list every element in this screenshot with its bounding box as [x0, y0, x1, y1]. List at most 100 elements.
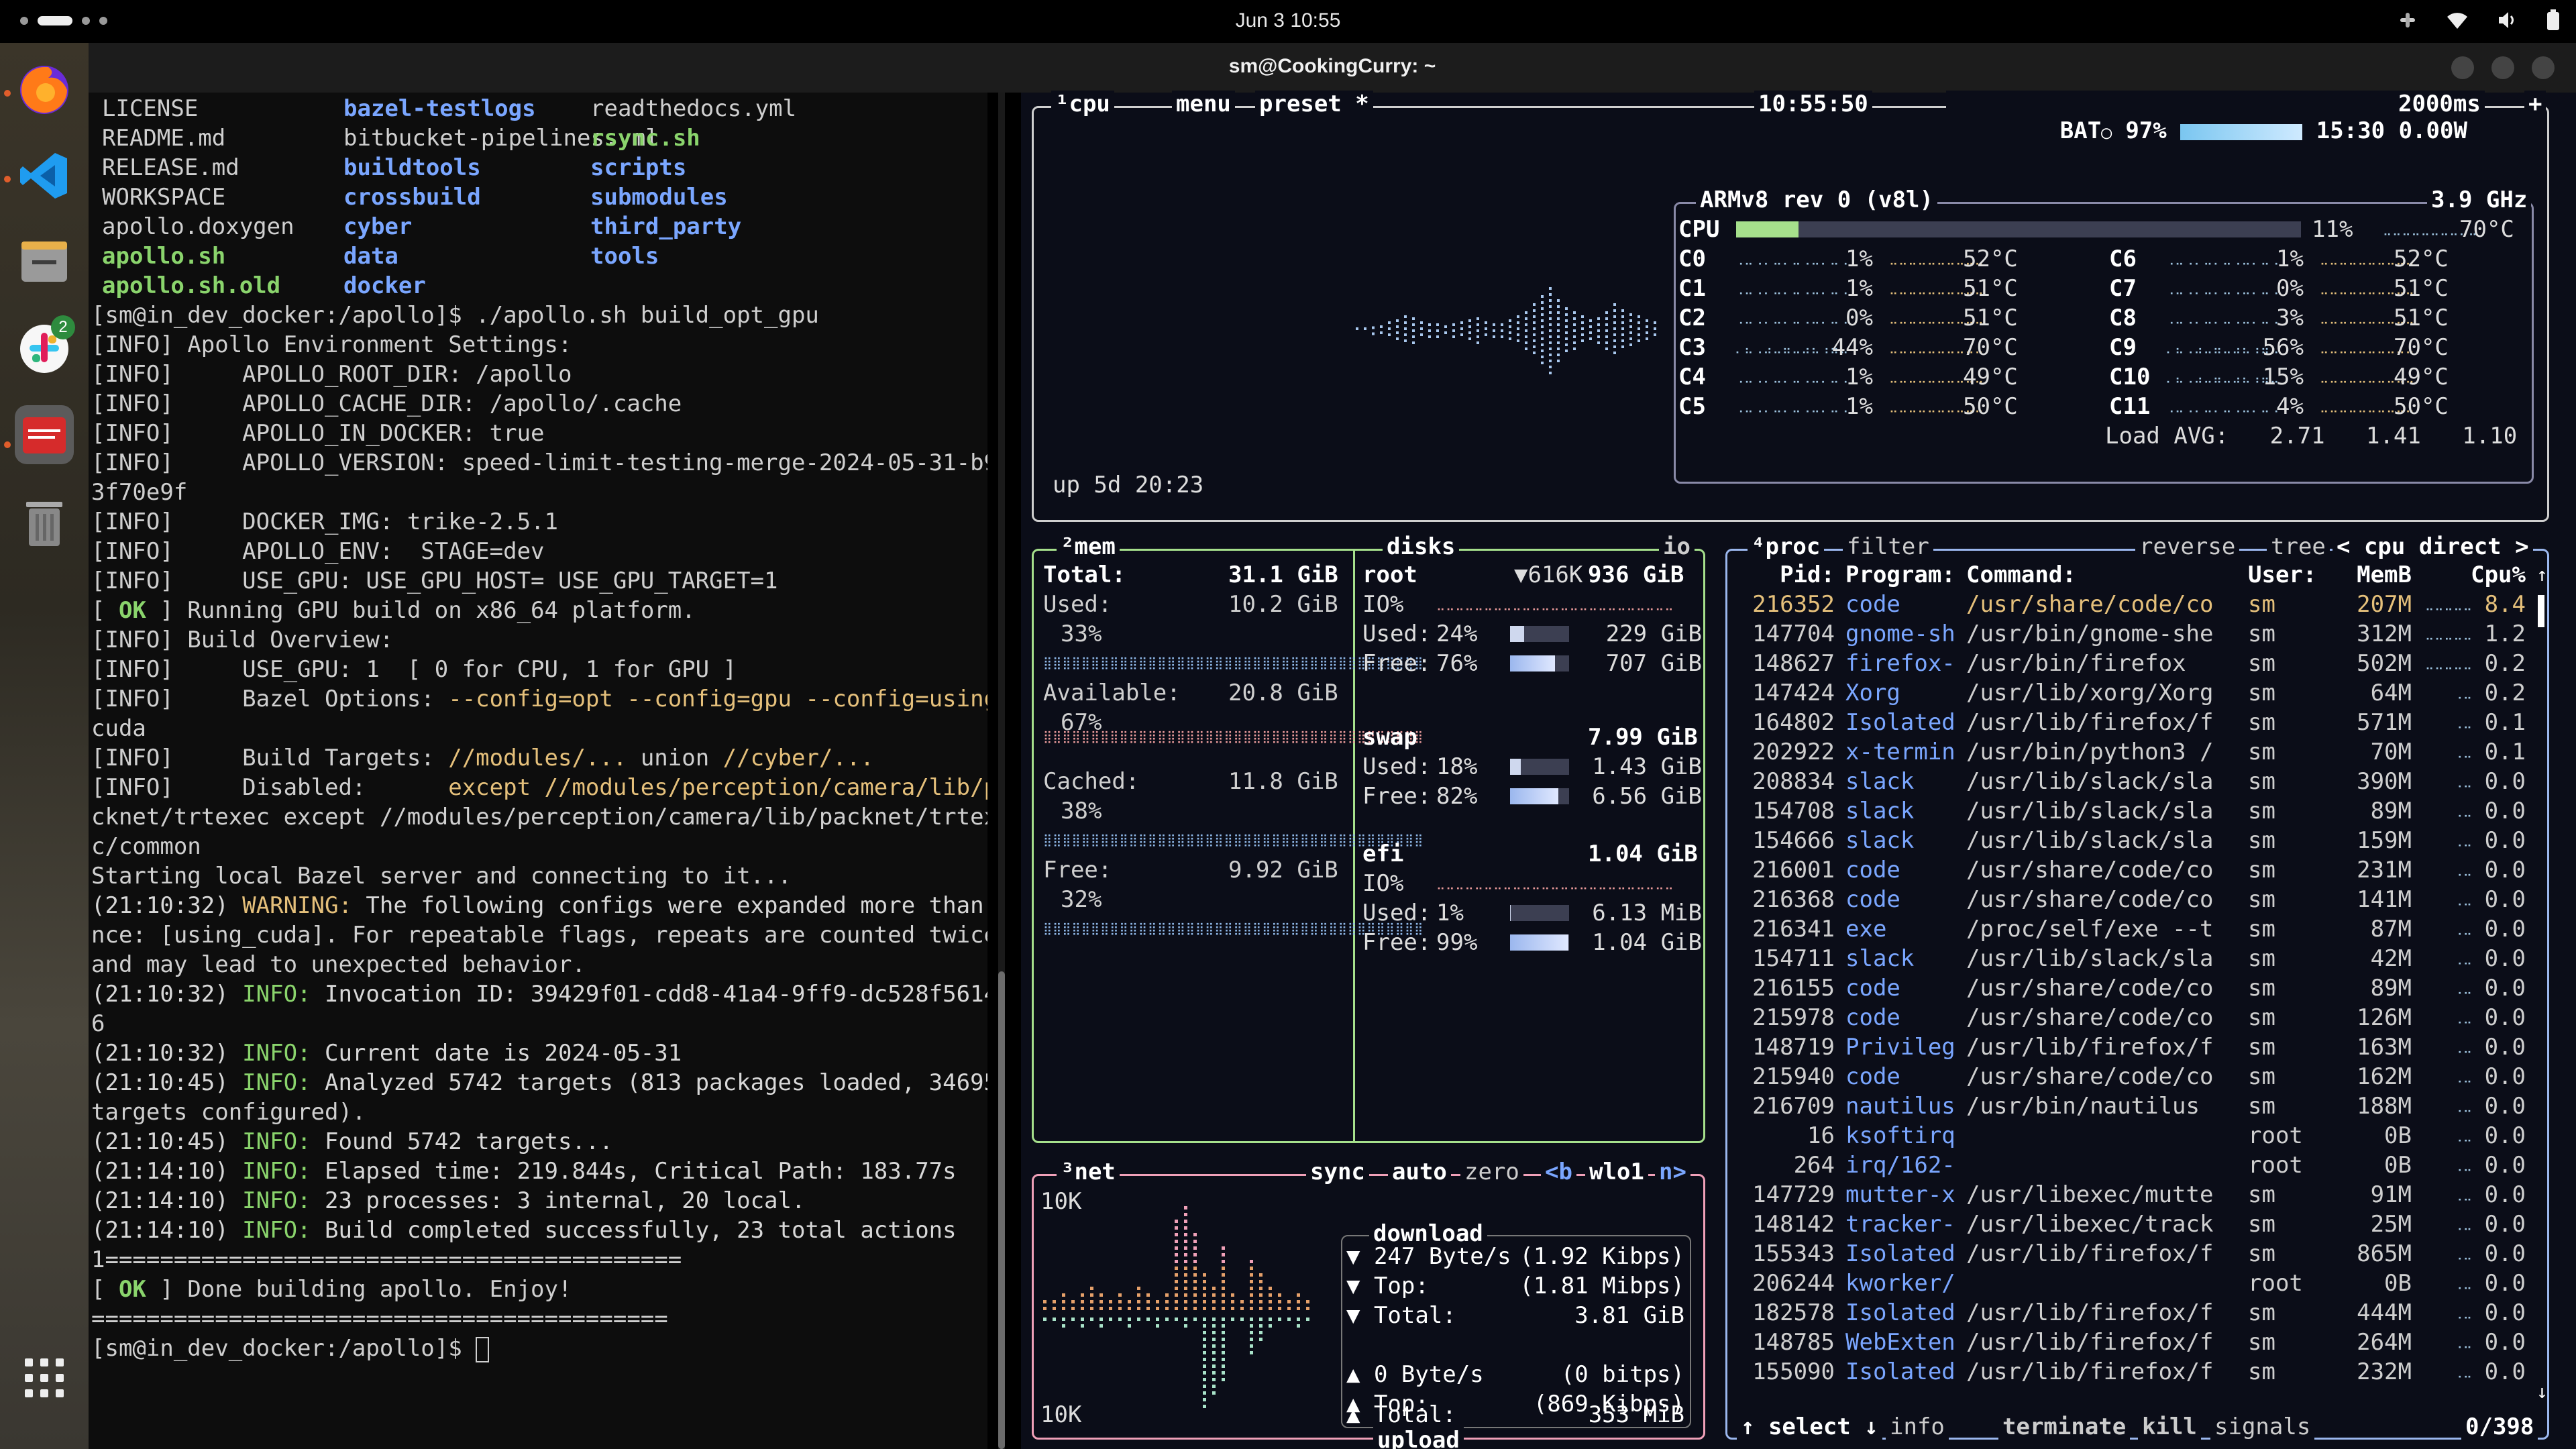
proc-panel-title[interactable]: ⁴proc — [1748, 533, 1825, 560]
btop-monitor[interactable]: ¹cpu menu preset * 10:55:50 BAT◯ 97% 15:… — [1021, 91, 2576, 1449]
net-interface[interactable]: wlo1 — [1585, 1159, 1648, 1185]
proc-terminate-button[interactable]: terminate — [1998, 1413, 2131, 1440]
terminal-window[interactable]: LICENSE bazel-testlogs readthedocs.yml READ… — [89, 91, 2576, 1449]
core-name: C7 — [2109, 275, 2137, 302]
cpu-graph-dot — [1654, 333, 1656, 336]
net-sync-toggle[interactable]: sync — [1306, 1159, 1369, 1185]
proc-mem: 231M — [2357, 857, 2412, 883]
proc-signals-button[interactable]: signals — [2210, 1413, 2315, 1440]
maximize-button[interactable] — [2491, 56, 2514, 79]
proc-column-header[interactable]: MemB — [2318, 560, 2412, 590]
cpu-graph-dot — [1549, 317, 1552, 320]
net-download-dot — [1184, 1267, 1187, 1270]
cpu-graph-dot — [1477, 341, 1479, 344]
proc-column-header[interactable]: User: — [2248, 560, 2316, 590]
proc-select-control[interactable]: ↑ select ↓ — [1737, 1413, 1882, 1440]
cpu-graph-dot — [1597, 323, 1600, 326]
cpu-graph-dot — [1557, 329, 1560, 332]
net-prev-interface[interactable]: <b — [1541, 1159, 1576, 1185]
disks-io-toggle[interactable]: io — [1659, 533, 1695, 560]
net-upload-dot — [1062, 1324, 1065, 1328]
mem-free-label: Free: — [1043, 857, 1112, 883]
upload-total-label: Total: — [1373, 1401, 1456, 1428]
net-download-dot — [1043, 1300, 1046, 1303]
disk-used-value: 6.13 MiB — [1592, 900, 1702, 926]
net-download-dot — [1306, 1307, 1309, 1310]
cpu-graph-dot — [1557, 323, 1560, 326]
proc-program: code — [1845, 1063, 1900, 1090]
net-upload-dot — [1222, 1371, 1225, 1375]
proc-reverse-toggle[interactable]: reverse — [2135, 533, 2240, 560]
net-next-interface[interactable]: n> — [1655, 1159, 1690, 1185]
left-terminal-pane[interactable]: LICENSE bazel-testlogs readthedocs.yml READ… — [89, 93, 987, 1449]
proc-cpu-sparkline: ⣀⣀⣀⣀⣀ — [2425, 627, 2473, 641]
mem-panel-title[interactable]: ²mem — [1057, 533, 1120, 560]
top-bar: Jun 3 10:55 — [0, 0, 2576, 43]
proc-kill-button[interactable]: kill — [2138, 1413, 2201, 1440]
proc-scroll-thumb[interactable] — [2538, 595, 2544, 627]
update-interval[interactable]: 2000ms — [2394, 91, 2485, 117]
scroll-down-arrow[interactable]: ↓ — [2536, 1377, 2548, 1407]
core-percent: 1% — [2276, 246, 2304, 272]
core-temp: 51°C — [2394, 305, 2449, 331]
net-download-dot — [1250, 1273, 1253, 1277]
net-download-dot — [1222, 1300, 1225, 1303]
proc-pid: 264 — [1793, 1152, 1835, 1179]
proc-tree-toggle[interactable]: tree — [2267, 533, 2330, 560]
minimize-button[interactable] — [2451, 56, 2474, 79]
proc-column-header[interactable]: Pid: — [1734, 560, 1835, 590]
window-titlebar[interactable]: sm@CookingCurry: ~ — [89, 43, 2576, 93]
disks-title[interactable]: disks — [1383, 533, 1460, 560]
ls-row: README.md bitbucket-pipelines.yml rsync.sh — [89, 123, 987, 153]
proc-program: slack — [1845, 798, 1915, 824]
scroll-up-arrow[interactable]: ↑ — [2536, 560, 2548, 590]
proc-pid: 147704 — [1752, 621, 1835, 647]
close-button[interactable] — [2532, 56, 2555, 79]
volume-icon[interactable] — [2497, 10, 2518, 36]
download-top-value: (1.81 Mibps) — [1519, 1273, 1684, 1299]
slack-tray-icon[interactable] — [2398, 10, 2418, 36]
net-download-dot — [1250, 1287, 1253, 1290]
trash-icon[interactable] — [15, 492, 74, 551]
wifi-icon[interactable] — [2446, 10, 2469, 36]
log-line: (21:14:10) INFO: Build completed success… — [91, 1217, 957, 1244]
cpu-graph-dot — [1517, 321, 1519, 324]
interval-plus-button[interactable]: + — [2524, 91, 2546, 117]
proc-info-button[interactable]: info — [1886, 1413, 1949, 1440]
net-zero-toggle[interactable]: zero — [1460, 1159, 1523, 1185]
net-upload-dot — [1222, 1358, 1225, 1361]
app-grid-icon[interactable] — [15, 1348, 74, 1407]
cpu-panel-title[interactable]: ¹cpu — [1051, 91, 1114, 117]
text-editor-icon[interactable] — [15, 405, 74, 464]
proc-column-header[interactable]: Cpu% — [2438, 560, 2526, 590]
log-line: [INFO] Disabled: except //modules/percep… — [91, 774, 987, 801]
proc-column-header[interactable]: Command: — [1966, 560, 2076, 590]
proc-filter-button[interactable]: filter — [1843, 533, 1933, 560]
core-percent: 56% — [2262, 334, 2304, 361]
cpu-graph-dot — [1428, 323, 1431, 326]
system-tray[interactable] — [2398, 9, 2560, 36]
net-download-dot — [1099, 1307, 1103, 1310]
files-icon[interactable] — [15, 232, 74, 291]
net-download-dot — [1175, 1240, 1178, 1243]
proc-column-header[interactable]: Program: — [1845, 560, 1955, 590]
vscode-icon[interactable] — [15, 146, 74, 205]
cpu-graph-dot — [1613, 345, 1616, 348]
battery-icon[interactable] — [2546, 9, 2560, 36]
core-percent: 3% — [2276, 305, 2304, 331]
scrollbar-thumb[interactable] — [998, 971, 1005, 1449]
net-auto-toggle[interactable]: auto — [1388, 1159, 1451, 1185]
net-panel-title[interactable]: ³net — [1057, 1159, 1120, 1185]
cpu-graph-dot — [1638, 327, 1640, 330]
proc-user: root — [2248, 1122, 2303, 1149]
core-percent: 1% — [1845, 246, 1873, 272]
net-upload-dot — [1250, 1324, 1253, 1328]
final-prompt-line[interactable]: [sm@in_dev_docker:/apollo]$ — [89, 1334, 987, 1363]
proc-pid: 216001 — [1752, 857, 1835, 883]
proc-sort-selector[interactable]: < cpu direct > — [2332, 533, 2533, 560]
preset-button[interactable]: preset * — [1255, 91, 1373, 117]
firefox-icon[interactable] — [15, 60, 74, 119]
clock[interactable]: Jun 3 10:55 — [0, 9, 2576, 32]
net-download-dot — [1071, 1300, 1075, 1303]
menu-button[interactable]: menu — [1172, 91, 1235, 117]
